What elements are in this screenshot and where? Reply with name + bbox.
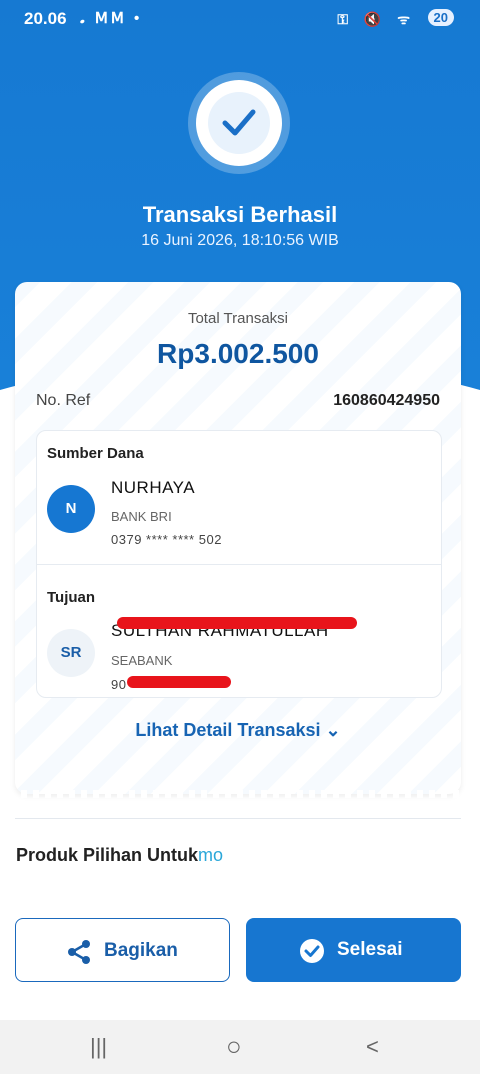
share-icon	[66, 939, 92, 971]
destination-bank: SEABANK	[111, 653, 173, 668]
transaction-datetime: 16 Juni 2026, 18:10:56 WIB	[141, 232, 339, 249]
perforated-edge	[15, 790, 461, 798]
destination-avatar: SR	[47, 629, 95, 677]
share-button[interactable]: Bagikan	[15, 918, 230, 982]
battery-indicator: 20	[427, 9, 454, 26]
check-icon	[208, 92, 270, 154]
destination-account: 90	[111, 677, 127, 692]
page-title: Transaksi Berhasil	[142, 202, 338, 227]
done-label: Selesai	[337, 939, 403, 960]
status-time: 20.06	[24, 9, 67, 28]
destination-title: Tujuan	[47, 589, 96, 606]
recents-icon[interactable]: |||	[90, 1034, 107, 1060]
view-detail-link[interactable]: Lihat Detail Transaksi ⌄	[15, 720, 461, 741]
source-title: Sumber Dana	[47, 445, 144, 462]
product-section-title: Produk Pilihan Untukmo	[16, 845, 223, 866]
product-title-text: Produk Pilihan Untuk	[16, 845, 199, 865]
source-account: 0379 **** **** 502	[111, 532, 222, 547]
total-amount: Rp3.002.500	[157, 338, 319, 369]
source-avatar: N	[47, 485, 95, 533]
share-label: Bagikan	[104, 940, 178, 961]
check-circle-icon	[299, 938, 325, 970]
system-icons: ⚿ 🔇 ᯤ	[337, 11, 416, 27]
status-bar: 20.06 𝅘 ⅯⅯ • ⚿ 🔇 ᯤ 20	[0, 0, 480, 36]
success-badge	[196, 80, 282, 166]
home-icon[interactable]: ○	[226, 1031, 242, 1062]
system-nav-bar: ||| ○ <	[0, 1020, 480, 1074]
notification-icons: 𝅘 ⅯⅯ •	[80, 10, 143, 27]
receipt-card: Total Transaksi Rp3.002.500 No. Ref 1608…	[15, 282, 461, 794]
total-label: Total Transaksi	[187, 310, 289, 327]
divider-line	[15, 818, 461, 819]
ref-number: 160860424950	[333, 392, 440, 409]
back-icon[interactable]: <	[366, 1034, 379, 1060]
transfer-parties: Sumber Dana N NURHAYA BANK BRI 0379 ****…	[36, 430, 442, 698]
source-name: NURHAYA	[111, 478, 196, 497]
section-divider	[37, 564, 441, 565]
source-bank: BANK BRI	[111, 509, 172, 524]
done-button[interactable]: Selesai	[246, 918, 461, 982]
redaction-mark	[127, 676, 231, 688]
product-title-suffix: mo	[198, 845, 224, 865]
redaction-mark	[117, 617, 357, 629]
ref-label: No. Ref	[36, 392, 91, 409]
